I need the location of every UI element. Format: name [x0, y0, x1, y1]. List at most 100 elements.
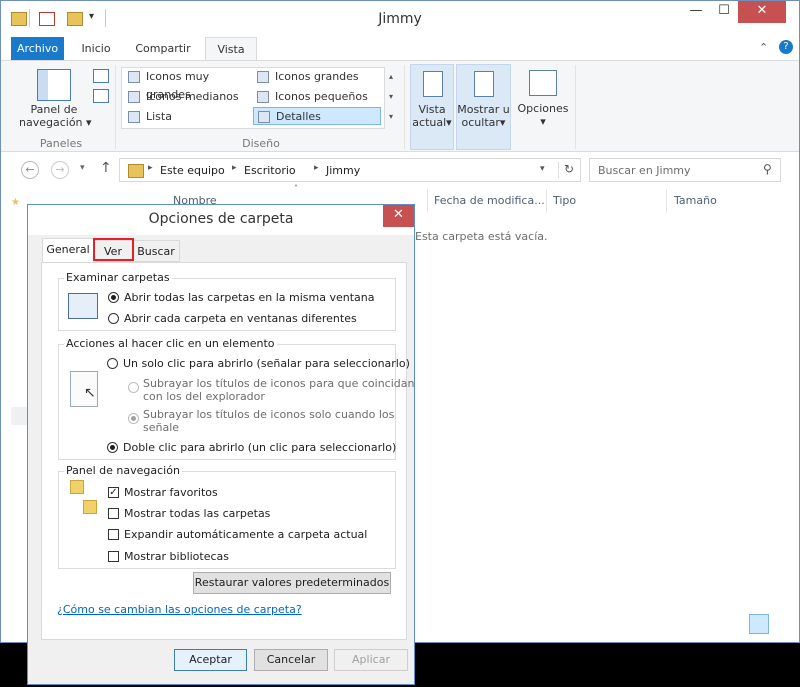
up-arrow-icon[interactable]: ↑ — [100, 160, 112, 176]
refresh-icon[interactable]: ↻ — [564, 162, 574, 176]
option-underline-always[interactable]: Subrayar los títulos de iconos para que … — [143, 377, 414, 403]
option-show-favorites[interactable]: Mostrar favoritos — [124, 486, 218, 499]
general-tab-panel: Examinar carpetas Abrir todas las carpet… — [41, 262, 414, 640]
show-hide-button[interactable]: Mostrar u ocultar▾ — [456, 64, 511, 150]
option-show-libraries[interactable]: Mostrar bibliotecas — [124, 550, 229, 563]
navigation-pane-button[interactable]: Panel de navegación ▾ — [19, 103, 92, 129]
tab-general[interactable]: General — [42, 238, 94, 263]
extra-large-icons-icon — [128, 71, 140, 83]
option-underline-always-line1: Subrayar los títulos de iconos para que … — [143, 377, 415, 390]
click-legend: Acciones al hacer clic en un elemento — [64, 337, 277, 350]
crumb-este-equipo[interactable]: Este equipo — [160, 164, 225, 177]
radio-double-click[interactable] — [107, 442, 118, 453]
details-icon — [258, 111, 270, 123]
tab-compartir[interactable]: Compartir — [128, 37, 198, 61]
medium-icons-icon — [128, 91, 140, 103]
search-icon[interactable]: ⚲ — [763, 162, 772, 176]
layout-label: Lista — [146, 110, 172, 123]
layout-extra-large-icons[interactable]: Iconos muy grandes — [124, 68, 252, 101]
address-dropdown-icon[interactable]: ▾ — [540, 164, 545, 174]
tab-buscar[interactable]: Buscar — [132, 240, 180, 262]
tab-archivo[interactable]: Archivo — [11, 37, 64, 61]
group-label-diseno: Diseño — [242, 137, 280, 150]
dialog-close-button[interactable]: ✕ — [383, 205, 414, 227]
option-new-window[interactable]: Abrir cada carpeta en ventanas diferente… — [124, 312, 357, 325]
option-double-click[interactable]: Doble clic para abrirlo (un clic para se… — [123, 441, 396, 454]
option-expand-current[interactable]: Expandir automáticamente a carpeta actua… — [124, 528, 367, 541]
help-link[interactable]: ¿Cómo se cambian las opciones de carpeta… — [57, 603, 302, 616]
layout-label: Iconos pequeños — [275, 90, 368, 103]
tree-subfolder-icon — [83, 500, 97, 514]
checkbox-show-favorites[interactable]: ✓ — [108, 487, 119, 498]
chevron-right-icon: ▸ — [314, 163, 319, 173]
layout-details[interactable]: Detalles — [253, 107, 381, 125]
radio-same-window[interactable] — [108, 292, 119, 303]
maximize-button[interactable]: ☐ — [711, 1, 737, 23]
column-tipo[interactable]: Tipo — [553, 194, 576, 210]
layout-large-icons[interactable]: Iconos grandes — [253, 68, 381, 86]
tab-vista[interactable]: Vista — [205, 37, 257, 62]
collapse-ribbon-icon[interactable]: ⌃ — [759, 41, 768, 54]
option-single-click[interactable]: Un solo clic para abrirlo (señalar para … — [123, 357, 410, 370]
show-hide-label-1: Mostrar u — [457, 103, 510, 116]
checkbox-show-all-folders[interactable] — [108, 508, 119, 519]
forward-arrow-icon[interactable]: → — [51, 161, 69, 179]
folder-options-dialog: Opciones de carpeta ✕ General Ver Buscar… — [27, 204, 415, 685]
column-tamano[interactable]: Tamaño — [674, 194, 717, 210]
ok-button[interactable]: Aceptar — [174, 649, 247, 671]
radio-single-click[interactable] — [107, 358, 118, 369]
folder-icon — [128, 164, 144, 178]
layout-scroll[interactable]: ▴ ▾ ▾ — [385, 67, 397, 127]
breadcrumb[interactable]: ▸ Este equipo ▸ Escritorio ▸ Jimmy ▾ ↻ — [119, 158, 581, 182]
large-icons-view-icon[interactable] — [772, 614, 792, 634]
column-fecha[interactable]: Fecha de modifica... — [434, 194, 545, 210]
dialog-title-bar: Opciones de carpeta ✕ — [28, 205, 414, 235]
close-button[interactable]: ✕ — [738, 1, 786, 23]
details-pane-icon[interactable] — [93, 89, 109, 103]
options-button[interactable]: Opciones ▾ — [515, 64, 571, 150]
column-divider[interactable] — [666, 189, 667, 213]
apply-button[interactable]: Aplicar — [334, 649, 408, 671]
current-view-button[interactable]: Vista actual▾ — [410, 64, 454, 150]
radio-underline-hover[interactable] — [128, 413, 139, 424]
show-hide-icon — [474, 71, 494, 97]
preview-pane-icon[interactable] — [93, 69, 109, 83]
option-underline-hover[interactable]: Subrayar los títulos de iconos solo cuan… — [143, 408, 394, 434]
option-show-all-folders[interactable]: Mostrar todas las carpetas — [124, 507, 270, 520]
radio-underline-always[interactable] — [128, 382, 139, 393]
layout-small-icons[interactable]: Iconos pequeños — [253, 88, 381, 106]
empty-folder-message: Esta carpeta está vacía. — [415, 230, 548, 243]
checkbox-show-libraries[interactable] — [108, 551, 119, 562]
navigation-pane-label-1: Panel de — [30, 103, 78, 116]
layout-gallery: Iconos muy grandes Iconos grandes Iconos… — [121, 67, 385, 129]
back-arrow-icon[interactable]: ← — [21, 161, 39, 179]
tab-inicio[interactable]: Inicio — [74, 37, 118, 61]
layout-medium-icons[interactable]: Iconos medianos — [124, 88, 252, 106]
column-divider[interactable] — [546, 189, 547, 213]
browse-group: Examinar carpetas Abrir todas las carpet… — [58, 271, 396, 331]
recent-locations-icon[interactable]: ▾ — [80, 163, 85, 173]
crumb-escritorio[interactable]: Escritorio — [244, 164, 296, 177]
option-same-window[interactable]: Abrir todas las carpetas en la misma ven… — [124, 291, 374, 304]
crumb-jimmy[interactable]: Jimmy — [326, 164, 360, 177]
restore-defaults-button[interactable]: Restaurar valores predeterminados — [193, 572, 391, 594]
minimize-button[interactable]: — — [682, 1, 710, 23]
column-divider[interactable] — [427, 189, 428, 213]
layout-list[interactable]: Lista — [124, 108, 252, 126]
checkbox-expand-current[interactable] — [108, 529, 119, 540]
cancel-button[interactable]: Cancelar — [254, 649, 328, 671]
ribbon: Panel de navegación ▾ Paneles Iconos muy… — [1, 60, 799, 152]
browse-legend: Examinar carpetas — [64, 271, 172, 284]
help-icon[interactable]: ? — [779, 40, 793, 54]
sort-ascending-icon: ˄ — [294, 184, 298, 193]
navigation-pane-icon — [37, 69, 71, 101]
search-input[interactable]: Buscar en Jimmy — [589, 158, 781, 182]
radio-new-window[interactable] — [108, 313, 119, 324]
option-underline-hover-line1: Subrayar los títulos de iconos solo cuan… — [143, 408, 395, 421]
highlight-box — [93, 238, 134, 261]
group-separator — [115, 65, 116, 149]
nav-pane-item[interactable] — [11, 407, 28, 425]
details-view-icon[interactable] — [749, 614, 769, 634]
address-separator — [558, 162, 559, 178]
ribbon-tabs: Archivo Inicio Compartir Vista ⌃ ? — [1, 37, 799, 62]
